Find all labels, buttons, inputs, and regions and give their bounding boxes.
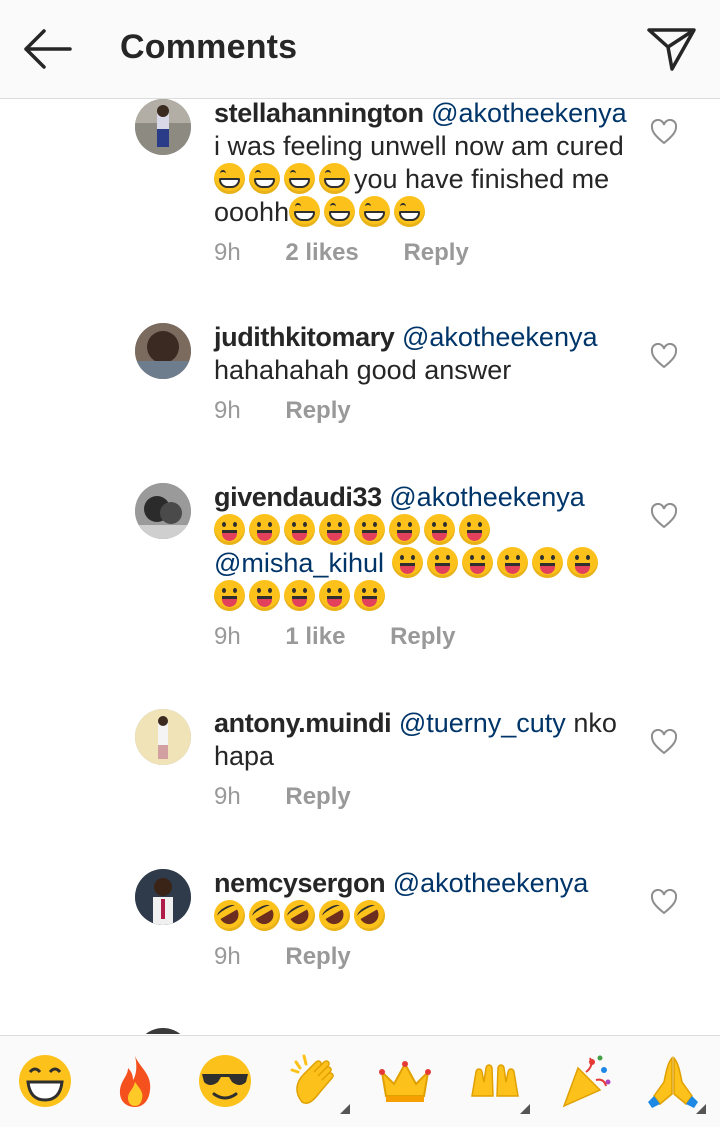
rolling-on-floor-laughing-icon bbox=[243, 894, 286, 937]
comment-meta: 9h Reply bbox=[214, 783, 634, 817]
share-button[interactable] bbox=[644, 24, 700, 74]
grinning-squinting-face-icon[interactable] bbox=[16, 1052, 74, 1110]
rolling-on-floor-laughing-icon bbox=[208, 894, 251, 937]
avatar[interactable] bbox=[135, 709, 191, 765]
rolling-on-floor-laughing-icon bbox=[348, 894, 391, 937]
paper-plane-icon bbox=[647, 28, 696, 71]
clapping-hands-icon[interactable] bbox=[286, 1052, 350, 1114]
face-with-tongue-icon bbox=[319, 580, 350, 611]
variant-indicator-icon bbox=[696, 1104, 706, 1114]
comment-mention[interactable]: @akotheekenya bbox=[431, 99, 627, 128]
comment-body: judithkitomary @akotheekenya hahahahah g… bbox=[214, 321, 634, 431]
grinning-squinting-face-icon bbox=[324, 196, 356, 227]
face-with-tongue-icon bbox=[496, 547, 528, 578]
comment-time: 9h bbox=[214, 397, 241, 424]
comment-username[interactable]: antony.muindi bbox=[214, 708, 392, 738]
grinning-squinting-face-icon bbox=[359, 196, 391, 227]
comment-body: stellahannington @akotheekenya i was fee… bbox=[214, 99, 634, 273]
comment-text: hahahahah good answer bbox=[214, 355, 512, 385]
reply-button[interactable]: Reply bbox=[390, 623, 455, 651]
face-with-tongue-icon bbox=[459, 514, 490, 545]
comment-body: antony.muindi @tuerny_cuty nko hapa 9h R… bbox=[214, 707, 634, 817]
comment-meta: 9h 2 likes Reply bbox=[214, 239, 634, 273]
emoji-quick-bar bbox=[0, 1035, 720, 1127]
heart-icon[interactable] bbox=[650, 343, 678, 369]
comment-meta: 9h 1 like Reply bbox=[214, 623, 634, 657]
page-title: Comments bbox=[120, 28, 298, 66]
rolling-on-floor-laughing-icon bbox=[313, 894, 356, 937]
reply-button[interactable]: Reply bbox=[285, 783, 350, 811]
grinning-squinting-face-icon bbox=[249, 163, 280, 194]
avatar[interactable] bbox=[135, 1028, 191, 1034]
comment-text: i was feeling unwell now am cured bbox=[214, 131, 624, 161]
comment-username[interactable]: stellahannington bbox=[214, 99, 424, 128]
comment-likes[interactable]: 1 like bbox=[285, 623, 345, 651]
reply-button[interactable]: Reply bbox=[285, 943, 350, 971]
party-popper-icon[interactable] bbox=[556, 1052, 614, 1110]
comment-mention[interactable]: @akotheekenya bbox=[402, 322, 598, 352]
grinning-squinting-face-icon bbox=[284, 163, 315, 194]
comment-body: givendaudi33 @akotheekenya @misha_kihul … bbox=[214, 481, 634, 657]
comment-time: 9h bbox=[214, 239, 241, 266]
back-button[interactable] bbox=[20, 26, 76, 72]
variant-indicator-icon bbox=[340, 1104, 350, 1114]
face-with-tongue-icon bbox=[284, 514, 315, 545]
variant-indicator-icon bbox=[520, 1104, 530, 1114]
comment-username[interactable]: givendaudi33 bbox=[214, 482, 382, 512]
face-with-tongue-icon bbox=[249, 514, 280, 545]
face-with-tongue-icon bbox=[391, 547, 423, 578]
face-with-tongue-icon bbox=[249, 580, 280, 611]
folded-hands-icon[interactable] bbox=[644, 1052, 706, 1114]
fire-icon[interactable] bbox=[106, 1052, 164, 1110]
face-with-tongue-icon bbox=[354, 580, 385, 611]
comment-body: nemcysergon @akotheekenya 9h Reply bbox=[208, 867, 634, 977]
comment-time: 9h bbox=[214, 623, 241, 650]
comment-mention[interactable]: @tuerny_cuty bbox=[399, 708, 566, 738]
face-with-tongue-icon bbox=[461, 547, 493, 578]
comment-likes[interactable]: 2 likes bbox=[285, 239, 358, 267]
comment-time: 9h bbox=[214, 783, 241, 810]
grinning-squinting-face-icon bbox=[289, 196, 321, 227]
comment-mention[interactable]: @akotheekenya bbox=[393, 868, 589, 898]
raising-hands-icon[interactable] bbox=[466, 1052, 530, 1114]
rolling-on-floor-laughing-icon bbox=[278, 894, 321, 937]
face-with-tongue-icon bbox=[426, 547, 458, 578]
comment-time: 9h bbox=[214, 943, 241, 970]
avatar[interactable] bbox=[135, 99, 191, 155]
heart-icon[interactable] bbox=[650, 119, 678, 145]
face-with-tongue-icon bbox=[424, 514, 455, 545]
comment-username[interactable]: nemcysergon bbox=[214, 868, 386, 898]
reply-button[interactable]: Reply bbox=[285, 397, 350, 425]
face-with-tongue-icon bbox=[214, 514, 245, 545]
avatar[interactable] bbox=[135, 323, 191, 379]
grinning-squinting-face-icon bbox=[214, 163, 245, 194]
avatar[interactable] bbox=[135, 483, 191, 539]
comment-username[interactable]: judithkitomary bbox=[214, 322, 395, 352]
face-with-tongue-icon bbox=[531, 547, 563, 578]
heart-icon[interactable] bbox=[650, 729, 678, 755]
face-with-tongue-icon bbox=[566, 547, 598, 578]
face-with-tongue-icon bbox=[389, 514, 420, 545]
crown-icon[interactable] bbox=[376, 1052, 434, 1110]
reply-button[interactable]: Reply bbox=[403, 239, 468, 267]
grinning-squinting-face-icon bbox=[394, 196, 426, 227]
face-with-tongue-icon bbox=[319, 514, 350, 545]
arrow-left-icon bbox=[24, 29, 72, 69]
face-with-tongue-icon bbox=[214, 580, 245, 611]
comment-meta: 9h Reply bbox=[214, 943, 634, 977]
face-with-tongue-icon bbox=[284, 580, 315, 611]
comment-meta: 9h Reply bbox=[214, 397, 634, 431]
avatar[interactable] bbox=[135, 869, 191, 925]
heart-icon[interactable] bbox=[650, 889, 678, 915]
face-with-tongue-icon bbox=[354, 514, 385, 545]
top-bar: Comments bbox=[0, 0, 720, 99]
heart-icon[interactable] bbox=[650, 503, 678, 529]
comment-mention[interactable]: @misha_kihul bbox=[214, 548, 384, 578]
grinning-squinting-face-icon bbox=[319, 163, 350, 194]
smiling-face-with-sunglasses-icon[interactable] bbox=[196, 1052, 254, 1110]
comment-mention[interactable]: @akotheekenya bbox=[389, 482, 585, 512]
comments-list[interactable]: stellahannington @akotheekenya i was fee… bbox=[0, 99, 720, 1034]
